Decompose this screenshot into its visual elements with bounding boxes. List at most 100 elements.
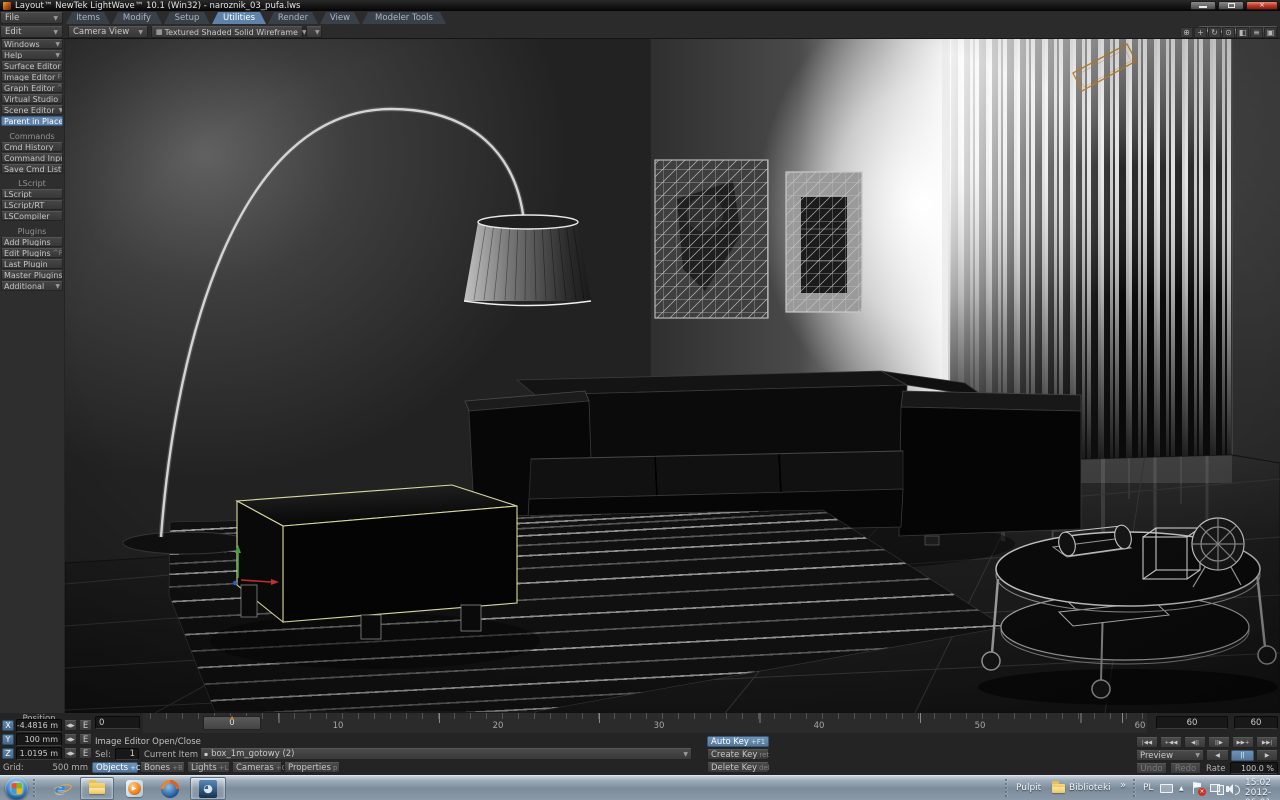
pan-view-icon[interactable]: + bbox=[1194, 27, 1207, 38]
y-envelope-button[interactable]: E bbox=[79, 734, 92, 745]
desktop-toolbar-label[interactable]: Pulpit bbox=[1016, 783, 1041, 793]
y-spinner[interactable]: ◀▶ bbox=[64, 734, 77, 745]
network-tray-icon[interactable] bbox=[1210, 783, 1224, 795]
auto-key-button[interactable]: Auto Key+F1 bbox=[707, 736, 769, 747]
sidebar-item-lscompiler[interactable]: LSCompiler bbox=[1, 211, 63, 221]
tab-modify[interactable]: Modify bbox=[112, 12, 162, 24]
restore-button[interactable] bbox=[1218, 1, 1244, 10]
frame-slider-handle[interactable]: ▲ 0 bbox=[203, 716, 261, 730]
tab-utilities[interactable]: Utilities bbox=[212, 12, 266, 24]
move-view-icon[interactable]: ⊕ bbox=[1180, 27, 1193, 38]
toolbar-grip[interactable] bbox=[1005, 779, 1009, 797]
z-envelope-button[interactable]: E bbox=[79, 748, 92, 759]
properties-button[interactable]: Propertiesp bbox=[284, 762, 340, 773]
show-hidden-icons[interactable]: ▲ bbox=[1179, 785, 1184, 792]
prev-key-button[interactable]: +◀◀ bbox=[1160, 737, 1182, 748]
libraries-folder-icon[interactable] bbox=[1052, 784, 1065, 793]
tab-modeler-tools[interactable]: Modeler Tools bbox=[362, 12, 446, 24]
extra-dropdown[interactable]: ▼ bbox=[306, 26, 322, 38]
sidebar-item-surface-editor[interactable]: Surface EditorF5 bbox=[1, 61, 63, 71]
z-axis-button[interactable]: Z bbox=[2, 748, 14, 759]
objects-button[interactable]: Objects+O bbox=[92, 762, 138, 773]
sidebar-item-image-editor[interactable]: Image EditorF6 bbox=[1, 72, 63, 82]
rate-field[interactable]: 100.0 % bbox=[1230, 762, 1278, 774]
rotate-view-icon[interactable]: ↻ bbox=[1208, 27, 1221, 38]
sidebar-item-additional[interactable]: Additional▼ bbox=[1, 281, 63, 291]
sidebar-item-graph-editor[interactable]: Graph Editor^F2 bbox=[1, 83, 63, 93]
maximize-view-icon[interactable]: ▣ bbox=[1264, 27, 1277, 38]
taskbar-ie-button[interactable]: e bbox=[44, 777, 76, 800]
keyboard-tray-icon[interactable] bbox=[1160, 784, 1173, 793]
delete-key-button[interactable]: Delete Keydel bbox=[707, 762, 769, 773]
sidebar-item-command-input[interactable]: Command Input bbox=[1, 153, 63, 163]
sidebar-item-scene-editor[interactable]: Scene Editor▼ bbox=[1, 105, 63, 115]
sidebar-item-virtual-studio[interactable]: Virtual Studio bbox=[1, 94, 63, 104]
toolbar-overflow-chevron[interactable]: » bbox=[1120, 780, 1126, 791]
close-button[interactable]: × bbox=[1246, 1, 1278, 10]
libraries-toolbar-label[interactable]: Biblioteki bbox=[1069, 783, 1111, 793]
play-button[interactable]: ▶ bbox=[1256, 750, 1278, 761]
go-start-button[interactable]: |◀◀ bbox=[1136, 737, 1158, 748]
shading-mode-dropdown[interactable]: ▦ Textured Shaded Solid Wireframe ▼ bbox=[151, 26, 303, 38]
viewport-3d-scene[interactable] bbox=[65, 39, 1280, 713]
tray-grip[interactable] bbox=[1133, 779, 1137, 797]
tab-render[interactable]: Render bbox=[268, 12, 318, 24]
sidebar-item-save-cmd-list[interactable]: Save Cmd List bbox=[1, 164, 63, 174]
play-reverse-button[interactable]: ◀ bbox=[1206, 750, 1229, 761]
language-indicator[interactable]: PL bbox=[1143, 783, 1153, 793]
create-key-button[interactable]: Create Keyret bbox=[707, 749, 769, 760]
tray-clock[interactable]: 15:02 2012-06-01 bbox=[1238, 778, 1278, 800]
sidebar-item-master-plugins[interactable]: Master Plugins^Q bbox=[1, 270, 63, 280]
x-axis-button[interactable]: X bbox=[2, 720, 14, 731]
file-menu[interactable]: File▼ bbox=[0, 12, 63, 24]
cameras-button[interactable]: Cameras+C bbox=[232, 762, 282, 773]
sidebar-item-help[interactable]: Help▼ bbox=[1, 50, 63, 60]
y-axis-button[interactable]: Y bbox=[2, 734, 14, 745]
bones-button[interactable]: Bones+B bbox=[140, 762, 185, 773]
preview-dropdown[interactable]: Preview▼ bbox=[1136, 750, 1204, 761]
x-spinner[interactable]: ◀▶ bbox=[64, 720, 77, 731]
sidebar-item-edit-plugins[interactable]: Edit Plugins^F11 bbox=[1, 248, 63, 258]
prev-frame-button[interactable]: ◀|| bbox=[1184, 737, 1206, 748]
sidebar-item-last-plugin[interactable]: Last Plugin bbox=[1, 259, 63, 269]
last-frame-field[interactable]: 60 bbox=[1234, 716, 1278, 729]
pause-button[interactable]: || bbox=[1231, 750, 1254, 761]
z-value-field[interactable]: 1.0195 m bbox=[16, 747, 62, 760]
start-button[interactable] bbox=[5, 777, 28, 800]
sidebar-item-parent-in-place[interactable]: Parent in Place bbox=[1, 116, 63, 126]
minimize-button[interactable] bbox=[1190, 1, 1216, 10]
edit-menu[interactable]: Edit▼ bbox=[0, 26, 63, 38]
z-spinner[interactable]: ◀▶ bbox=[64, 748, 77, 759]
lights-button[interactable]: Lights+L bbox=[187, 762, 230, 773]
sidebar-item-add-plugins[interactable]: Add Plugins bbox=[1, 237, 63, 247]
end-frame-field[interactable]: 60 bbox=[1156, 716, 1228, 729]
next-frame-button[interactable]: ||▶ bbox=[1208, 737, 1230, 748]
tab-items[interactable]: Items bbox=[66, 12, 110, 24]
tab-setup[interactable]: Setup bbox=[164, 12, 210, 24]
select-view-icon[interactable]: ◧ bbox=[1236, 27, 1249, 38]
go-end-button[interactable]: ▶▶| bbox=[1256, 737, 1278, 748]
next-key-button[interactable]: ▶▶+ bbox=[1232, 737, 1254, 748]
taskbar-wmp-button[interactable]: ▶ bbox=[118, 777, 150, 800]
taskbar-explorer-button[interactable] bbox=[80, 777, 114, 800]
sidebar-item-lscript[interactable]: LScript bbox=[1, 189, 63, 199]
sidebar-item-cmd-history[interactable]: Cmd History bbox=[1, 142, 63, 152]
action-center-icon[interactable] bbox=[1193, 782, 1204, 795]
timeline-ruler[interactable]: 10 20 30 40 50 60 bbox=[143, 713, 1147, 733]
sidebar-item-windows[interactable]: Windows▼ bbox=[1, 39, 63, 49]
x-envelope-button[interactable]: E bbox=[79, 720, 92, 731]
sidebar-item-lscript-rt[interactable]: LScript/RT bbox=[1, 200, 63, 210]
current-item-dropdown[interactable]: ▪ box_1m_gotowy (2) ▼ bbox=[200, 748, 692, 760]
current-frame-field[interactable]: 0 bbox=[95, 716, 140, 729]
title-bar[interactable]: Layout™ NewTek LightWave™ 10.1 (Win32) -… bbox=[0, 0, 1280, 11]
y-value-field[interactable]: 100 mm bbox=[16, 733, 62, 746]
tab-view[interactable]: View bbox=[320, 12, 360, 24]
taskbar-grip[interactable] bbox=[33, 779, 37, 797]
view-mode-dropdown[interactable]: Camera View▼ bbox=[68, 26, 148, 38]
taskbar-firefox-button[interactable] bbox=[154, 777, 186, 800]
redo-button[interactable]: Redo bbox=[1170, 763, 1201, 774]
x-value-field[interactable]: -4.4816 m bbox=[16, 719, 62, 732]
undo-button[interactable]: Undo bbox=[1136, 763, 1167, 774]
taskbar-lightwave-button[interactable]: ◕ bbox=[190, 777, 226, 800]
menu-view-icon[interactable]: ≡ bbox=[1250, 27, 1263, 38]
